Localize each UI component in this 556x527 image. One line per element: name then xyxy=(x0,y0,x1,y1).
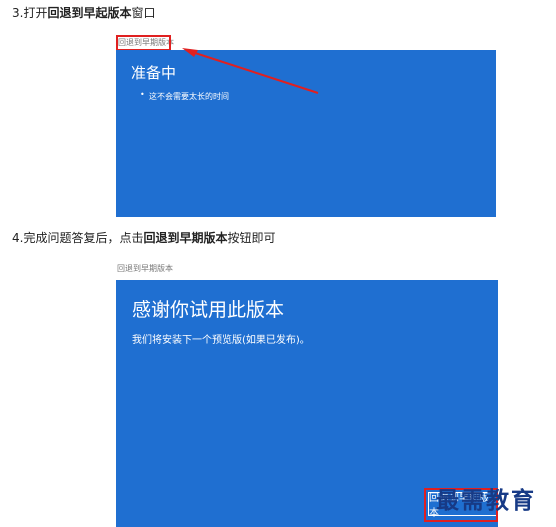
screen-2-title: 感谢你试用此版本 xyxy=(132,299,285,321)
arrow-1-line xyxy=(185,49,319,94)
step-4-prefix: 4.完成问题答复后，点击 xyxy=(12,231,144,245)
arrow-1-head xyxy=(182,48,198,57)
screen-2-line: 我们将安装下一个预览版(如果已发布)。 xyxy=(132,335,310,346)
screen-2-caption: 回退到早期版本 xyxy=(117,264,173,273)
step-4-bold: 回退到早期版本 xyxy=(143,231,228,245)
step-4-text: 4.完成问题答复后，点击回退到早期版本按钮即可 xyxy=(12,230,275,246)
watermark-logo: 最需教育 xyxy=(436,487,536,514)
step-4-suffix: 按钮即可 xyxy=(227,231,276,245)
